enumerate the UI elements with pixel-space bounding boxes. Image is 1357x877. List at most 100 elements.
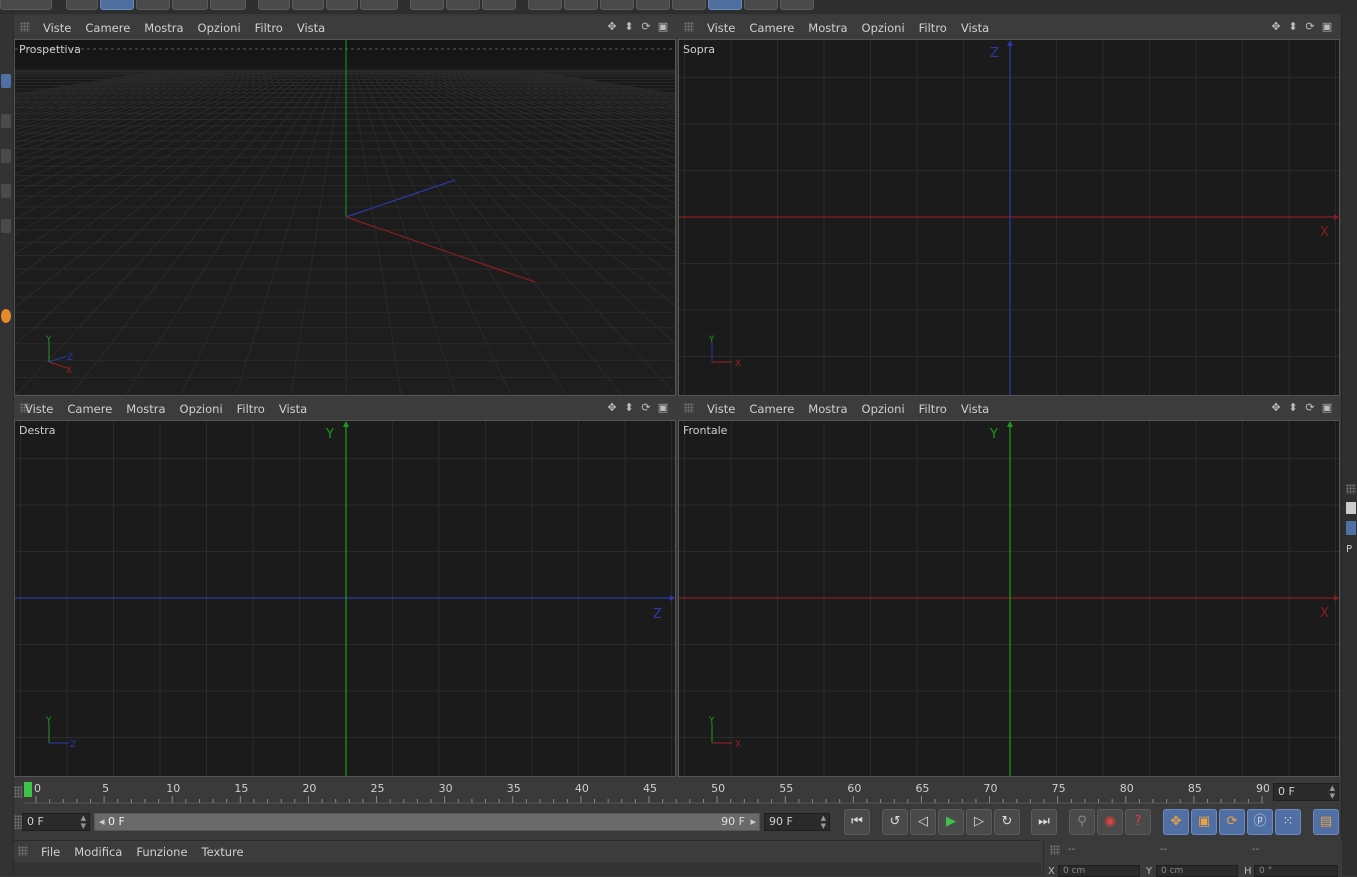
menu-file[interactable]: File bbox=[34, 845, 67, 859]
toolbar-button[interactable] bbox=[0, 0, 52, 10]
zoom-view-icon[interactable]: ⬍ bbox=[622, 20, 636, 34]
menu-viste[interactable]: Viste bbox=[700, 21, 742, 35]
undo-button[interactable] bbox=[66, 0, 98, 10]
menu-modifica[interactable]: Modifica bbox=[67, 845, 129, 859]
menu-vista[interactable]: Vista bbox=[954, 21, 996, 35]
objects-tab-icon[interactable] bbox=[1346, 502, 1356, 514]
menu-viste[interactable]: Viste bbox=[36, 21, 78, 35]
menu-mostra[interactable]: Mostra bbox=[119, 402, 172, 416]
rotate-view-icon[interactable]: ⟳ bbox=[639, 401, 653, 415]
edges-mode-button[interactable] bbox=[1, 184, 11, 198]
timeline-window-button[interactable]: ▤ bbox=[1313, 809, 1339, 835]
rotate-view-icon[interactable]: ⟳ bbox=[1303, 20, 1317, 34]
previous-frame-button[interactable]: ◁ bbox=[910, 809, 936, 835]
viewport-front[interactable]: Viste Camere Mostra Opzioni Filtro Vista… bbox=[678, 397, 1340, 777]
coord-system-button[interactable] bbox=[360, 0, 398, 10]
deformer-button[interactable] bbox=[672, 0, 706, 10]
rotate-view-icon[interactable]: ⟳ bbox=[639, 20, 653, 34]
playhead[interactable] bbox=[24, 782, 32, 797]
key-position-button[interactable]: ✥ bbox=[1163, 809, 1189, 835]
attributes-tab[interactable] bbox=[1346, 521, 1356, 535]
play-button[interactable]: ▶ bbox=[938, 809, 964, 835]
camera-button[interactable] bbox=[744, 0, 778, 10]
cube-object-button[interactable] bbox=[528, 0, 562, 10]
select-tool-button[interactable] bbox=[210, 0, 246, 10]
spinner-icon[interactable]: ▲ ▼ bbox=[821, 814, 826, 830]
menu-camere[interactable]: Camere bbox=[78, 21, 137, 35]
points-mode-button[interactable] bbox=[1, 149, 11, 163]
z-axis-lock-button[interactable] bbox=[326, 0, 358, 10]
key-pla-button[interactable]: ⁙ bbox=[1275, 809, 1301, 835]
coord-y-field[interactable]: 0 cm bbox=[1156, 865, 1238, 877]
menu-texture[interactable]: Texture bbox=[195, 845, 251, 859]
menu-mostra[interactable]: Mostra bbox=[137, 21, 190, 35]
menu-camere[interactable]: Camere bbox=[742, 402, 801, 416]
model-mode-button[interactable] bbox=[1, 74, 11, 88]
grip-icon[interactable] bbox=[1050, 845, 1060, 855]
menu-mostra[interactable]: Mostra bbox=[801, 21, 854, 35]
scale-tool-button[interactable] bbox=[136, 0, 170, 10]
move-view-icon[interactable]: ✥ bbox=[1269, 401, 1283, 415]
x-axis-lock-button[interactable] bbox=[258, 0, 290, 10]
previous-key-button[interactable]: ↺ bbox=[882, 809, 908, 835]
menu-vista[interactable]: Vista bbox=[272, 402, 314, 416]
coord-h-field[interactable]: 0 ° bbox=[1254, 865, 1338, 877]
frame-range-slider[interactable]: ◂ 0 F 90 F ▸ bbox=[94, 813, 760, 831]
menu-filtro[interactable]: Filtro bbox=[230, 402, 272, 416]
move-view-icon[interactable]: ✥ bbox=[605, 401, 619, 415]
array-button[interactable] bbox=[636, 0, 670, 10]
menu-viste[interactable]: Viste bbox=[18, 402, 60, 416]
spinner-icon[interactable]: ▲ ▼ bbox=[1330, 784, 1335, 800]
viewport-canvas[interactable]: Z X Y X Sopra bbox=[678, 39, 1340, 396]
material-manager-area[interactable] bbox=[14, 862, 1041, 876]
panel-grip[interactable] bbox=[1346, 484, 1356, 494]
menu-opzioni[interactable]: Opzioni bbox=[173, 402, 230, 416]
range-left-arrow-icon[interactable]: ◂ bbox=[99, 815, 105, 828]
go-to-start-button[interactable]: ⏮ bbox=[844, 809, 870, 835]
menu-funzione[interactable]: Funzione bbox=[129, 845, 194, 859]
nurbs-button[interactable] bbox=[600, 0, 634, 10]
y-axis-lock-button[interactable] bbox=[292, 0, 324, 10]
menu-opzioni[interactable]: Opzioni bbox=[191, 21, 248, 35]
zoom-view-icon[interactable]: ⬍ bbox=[1286, 20, 1300, 34]
move-tool-button[interactable] bbox=[100, 0, 134, 10]
scene-button[interactable] bbox=[708, 0, 742, 10]
menu-opzioni[interactable]: Opzioni bbox=[855, 21, 912, 35]
viewport-top[interactable]: Viste Camere Mostra Opzioni Filtro Vista… bbox=[678, 16, 1340, 396]
grip-icon[interactable] bbox=[18, 846, 28, 856]
zoom-view-icon[interactable]: ⬍ bbox=[622, 401, 636, 415]
object-mode-button[interactable] bbox=[1, 114, 11, 128]
spline-button[interactable] bbox=[564, 0, 598, 10]
render-view-button[interactable] bbox=[410, 0, 444, 10]
menu-vista[interactable]: Vista bbox=[290, 21, 332, 35]
autokey-button[interactable]: ◉ bbox=[1097, 809, 1123, 835]
rotate-view-icon[interactable]: ⟳ bbox=[1303, 401, 1317, 415]
coord-x-field[interactable]: 0 cm bbox=[1058, 865, 1140, 877]
maximize-view-icon[interactable]: ▣ bbox=[1320, 401, 1334, 415]
move-view-icon[interactable]: ✥ bbox=[1269, 20, 1283, 34]
viewport-canvas[interactable]: Y X Z Prospettiva bbox=[14, 39, 676, 396]
grip-icon[interactable] bbox=[684, 22, 694, 32]
maximize-view-icon[interactable]: ▣ bbox=[656, 20, 670, 34]
key-scale-button[interactable]: ▣ bbox=[1191, 809, 1217, 835]
polygons-mode-button[interactable] bbox=[1, 219, 11, 233]
render-picture-button[interactable] bbox=[446, 0, 480, 10]
menu-viste[interactable]: Viste bbox=[700, 402, 742, 416]
rotate-tool-button[interactable] bbox=[172, 0, 208, 10]
range-right-arrow-icon[interactable]: ▸ bbox=[750, 814, 756, 830]
timeline-ruler[interactable]: 0 5 10 15 20 25 30 35 40 45 50 55 60 65 70 75 80 85 90 bbox=[14, 778, 1269, 807]
menu-opzioni[interactable]: Opzioni bbox=[855, 402, 912, 416]
current-frame-field[interactable]: 0 F ▲ ▼ bbox=[1273, 783, 1339, 801]
end-frame-field[interactable]: 90 F ▲ ▼ bbox=[764, 813, 830, 831]
menu-filtro[interactable]: Filtro bbox=[912, 21, 954, 35]
key-parameter-button[interactable]: ⓟ bbox=[1247, 809, 1273, 835]
menu-camere[interactable]: Camere bbox=[742, 21, 801, 35]
go-to-end-button[interactable]: ⏭ bbox=[1031, 809, 1057, 835]
menu-camere[interactable]: Camere bbox=[60, 402, 119, 416]
render-settings-button[interactable] bbox=[482, 0, 516, 10]
key-rotation-button[interactable]: ⟳ bbox=[1219, 809, 1245, 835]
move-view-icon[interactable]: ✥ bbox=[605, 20, 619, 34]
panel-tab-label[interactable]: P bbox=[1346, 544, 1352, 555]
maximize-view-icon[interactable]: ▣ bbox=[656, 401, 670, 415]
keyframe-selection-button[interactable]: ? bbox=[1125, 809, 1151, 835]
